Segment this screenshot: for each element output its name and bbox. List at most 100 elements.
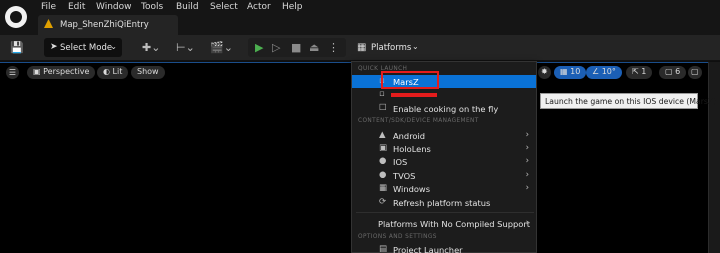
select-mode-dropdown[interactable]: ➤ Select Mode ⌄ bbox=[44, 38, 122, 57]
chevron-down-icon: ⌄ bbox=[110, 42, 117, 51]
no-compiled-support-item[interactable]: Platforms With No Compiled Support › bbox=[352, 217, 536, 230]
device-icon: ▫ bbox=[379, 89, 385, 99]
chevron-right-icon: › bbox=[525, 130, 529, 140]
camera-icon: ▢ bbox=[665, 67, 676, 76]
unreal-logo-icon[interactable] bbox=[5, 6, 27, 28]
annotation-highlight-box bbox=[381, 71, 439, 89]
menu-tools[interactable]: Tools bbox=[141, 2, 163, 12]
platform-label: TVOS bbox=[393, 171, 416, 181]
chevron-right-icon: › bbox=[525, 218, 529, 228]
document-tab-row: Map_ShenZhiQiEntry bbox=[0, 15, 720, 35]
save-icon[interactable]: 💾 bbox=[10, 41, 24, 54]
platform-item-android[interactable]: ▲ Android › bbox=[352, 129, 536, 142]
refresh-platform-status-item[interactable]: ⟳ Refresh platform status bbox=[352, 196, 536, 209]
menu-edit[interactable]: Edit bbox=[68, 2, 85, 12]
perspective-button[interactable]: ▣ Perspective bbox=[27, 66, 96, 79]
eject-icon[interactable]: ⏏ bbox=[309, 41, 319, 54]
platform-item-tvos[interactable]: ● TVOS › bbox=[352, 169, 536, 182]
menu-build[interactable]: Build bbox=[176, 2, 199, 12]
lit-label: Lit bbox=[112, 67, 123, 76]
level-tab[interactable]: Map_ShenZhiQiEntry bbox=[38, 15, 178, 35]
menu-select[interactable]: Select bbox=[210, 2, 238, 12]
step-icon[interactable]: ▷ bbox=[272, 41, 280, 54]
scale-icon: ⇱ bbox=[632, 67, 642, 76]
menu-help[interactable]: Help bbox=[282, 2, 303, 12]
grid-snap-button[interactable]: ▦ 10 bbox=[554, 66, 587, 79]
select-mode-label: Select Mode bbox=[60, 43, 113, 53]
chevron-right-icon: › bbox=[525, 143, 529, 153]
camera-speed-value: 6 bbox=[675, 67, 681, 76]
surface-snap-icon[interactable]: ✸ bbox=[538, 66, 551, 79]
device-item-redacted[interactable]: ▫ bbox=[352, 88, 536, 101]
platform-label: HoloLens bbox=[393, 144, 431, 154]
menu-file[interactable]: File bbox=[41, 2, 56, 12]
angle-value: 10° bbox=[601, 67, 616, 76]
redaction-bar bbox=[391, 93, 437, 97]
device-management-header: CONTENT/SDK/DEVICE MANAGEMENT bbox=[358, 118, 479, 124]
no-compiled-label: Platforms With No Compiled Support bbox=[378, 219, 530, 229]
level-icon bbox=[44, 19, 53, 28]
show-label: Show bbox=[137, 67, 159, 76]
show-button[interactable]: Show bbox=[131, 66, 165, 79]
platforms-label: Platforms bbox=[371, 43, 412, 53]
stop-icon[interactable]: ■ bbox=[291, 41, 301, 54]
lit-icon: ◐ bbox=[103, 67, 113, 76]
windows-icon: ▦ bbox=[379, 183, 388, 193]
refresh-label: Refresh platform status bbox=[393, 198, 491, 208]
grid-value: 10 bbox=[570, 67, 581, 76]
perspective-label: Perspective bbox=[43, 67, 90, 76]
platform-item-windows[interactable]: ▦ Windows › bbox=[352, 182, 536, 195]
project-launcher-label: Project Launcher bbox=[393, 245, 463, 253]
refresh-icon: ⟳ bbox=[379, 197, 387, 207]
tooltip-text: Launch the game on this IOS device (Mars… bbox=[545, 97, 717, 106]
device-item-marsz[interactable]: ▫ MarsZ bbox=[352, 75, 536, 88]
platform-label: IOS bbox=[393, 157, 408, 167]
menu-actor[interactable]: Actor bbox=[247, 2, 271, 12]
cursor-icon: ➤ bbox=[50, 42, 58, 52]
menu-separator bbox=[356, 212, 534, 213]
blueprint-icon[interactable]: ⊢⌄ bbox=[176, 41, 195, 54]
apple-tv-icon: ● bbox=[379, 170, 387, 180]
platforms-icon: ▦ bbox=[357, 42, 367, 53]
maximize-icon[interactable]: ▢ bbox=[688, 66, 702, 79]
platforms-button[interactable]: ▦ Platforms ⌄ bbox=[353, 38, 425, 57]
chevron-right-icon: › bbox=[525, 156, 529, 166]
chevron-down-icon: ⌄ bbox=[412, 42, 419, 51]
angle-icon: ∠ bbox=[592, 67, 602, 76]
menu-window[interactable]: Window bbox=[96, 2, 132, 12]
apple-icon: ● bbox=[379, 156, 387, 166]
platform-item-hololens[interactable]: ▣ HoloLens › bbox=[352, 142, 536, 155]
angle-snap-button[interactable]: ∠ 10° bbox=[586, 66, 622, 79]
platforms-menu: QUICK LAUNCH ▫ MarsZ ▫ ☐ Enable cooking … bbox=[351, 61, 537, 253]
chevron-right-icon: › bbox=[525, 183, 529, 193]
cinematics-icon[interactable]: 🎬⌄ bbox=[210, 41, 233, 54]
play-controls: ▶ ▷ ■ ⏏ ⋮ bbox=[248, 38, 346, 57]
hamburger-icon[interactable]: ☰ bbox=[6, 66, 19, 79]
details-panel-edge bbox=[708, 62, 720, 253]
camera-speed-button[interactable]: ▢ 6 bbox=[659, 66, 687, 79]
platform-label: Android bbox=[393, 131, 426, 141]
lit-button[interactable]: ◐ Lit bbox=[97, 66, 129, 79]
play-icon[interactable]: ▶ bbox=[255, 41, 263, 54]
chevron-right-icon: › bbox=[525, 170, 529, 180]
checkbox-icon: ☐ bbox=[379, 103, 387, 113]
perspective-icon: ▣ bbox=[33, 67, 44, 76]
more-options-icon[interactable]: ⋮ bbox=[328, 41, 339, 54]
level-tab-label: Map_ShenZhiQiEntry bbox=[60, 20, 149, 30]
main-toolbar: 💾 ➤ Select Mode ⌄ ✚⌄ ⊢⌄ 🎬⌄ ▶ ▷ ■ ⏏ ⋮ ▦ P… bbox=[0, 35, 720, 61]
menu-bar: File Edit Window Tools Build Select Acto… bbox=[0, 0, 720, 28]
hololens-icon: ▣ bbox=[379, 143, 388, 153]
scale-value: 1 bbox=[641, 67, 647, 76]
cook-on-the-fly-item[interactable]: ☐ Enable cooking on the fly bbox=[352, 102, 536, 115]
platform-item-ios[interactable]: ● IOS › bbox=[352, 155, 536, 168]
options-header: OPTIONS AND SETTINGS bbox=[358, 234, 437, 240]
cook-on-the-fly-label: Enable cooking on the fly bbox=[393, 104, 499, 114]
android-icon: ▲ bbox=[379, 130, 386, 140]
platform-label: Windows bbox=[393, 184, 431, 194]
launcher-icon: ▤ bbox=[379, 244, 388, 253]
scale-snap-button[interactable]: ⇱ 1 bbox=[626, 66, 653, 79]
device-tooltip: Launch the game on this IOS device (Mars… bbox=[540, 93, 716, 109]
grid-icon: ▦ bbox=[560, 67, 571, 76]
project-launcher-item[interactable]: ▤ Project Launcher bbox=[352, 243, 536, 253]
add-actor-icon[interactable]: ✚⌄ bbox=[142, 41, 160, 54]
